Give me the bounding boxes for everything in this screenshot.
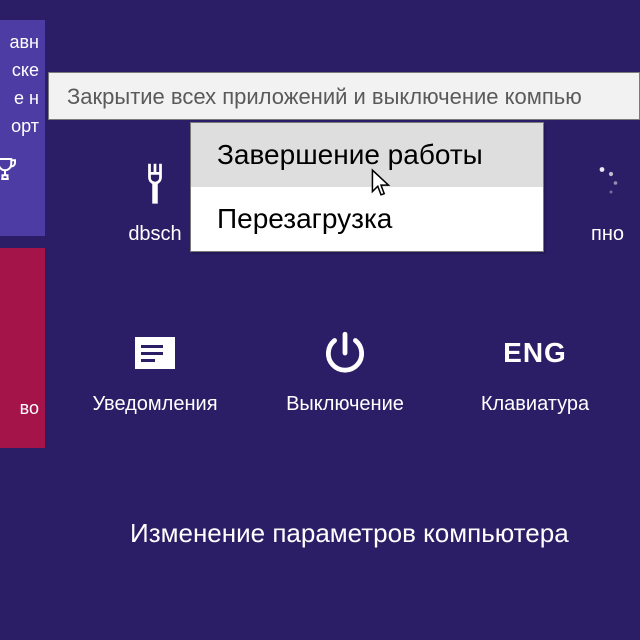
charm-label: Уведомления [60, 393, 250, 416]
trophy-icon [0, 154, 39, 184]
power-icon [250, 320, 440, 385]
charm-power[interactable]: Выключение [250, 320, 440, 416]
tile-text: е н [0, 84, 39, 112]
tile-text: во [20, 398, 39, 418]
notifications-icon [60, 320, 250, 385]
tile-text: авн [0, 28, 39, 56]
tile-text: ске [0, 56, 39, 84]
charm-keyboard[interactable]: ENG Клавиатура [440, 320, 630, 416]
tile-crimson[interactable]: во [0, 248, 45, 448]
keyboard-icon: ENG [440, 320, 630, 385]
power-menu: Завершение работы Перезагрузка [190, 122, 544, 252]
charm-row-2: Уведомления Выключение ENG Клавиатура [60, 320, 640, 416]
charm-notifications[interactable]: Уведомления [60, 320, 250, 416]
menu-item-shutdown[interactable]: Завершение работы [191, 123, 543, 187]
charm-label: Клавиатура [440, 393, 630, 416]
power-tooltip: Закрытие всех приложений и выключение ко… [48, 72, 640, 120]
change-pc-settings-link[interactable]: Изменение параметров компьютера [130, 518, 640, 549]
tile-text: орт [0, 112, 39, 140]
tile-purple[interactable]: авн ске е н орт [0, 20, 45, 236]
charm-label: Выключение [250, 393, 440, 416]
menu-item-restart[interactable]: Перезагрузка [191, 187, 543, 251]
start-tiles-edge: авн ске е н орт во [0, 20, 45, 448]
